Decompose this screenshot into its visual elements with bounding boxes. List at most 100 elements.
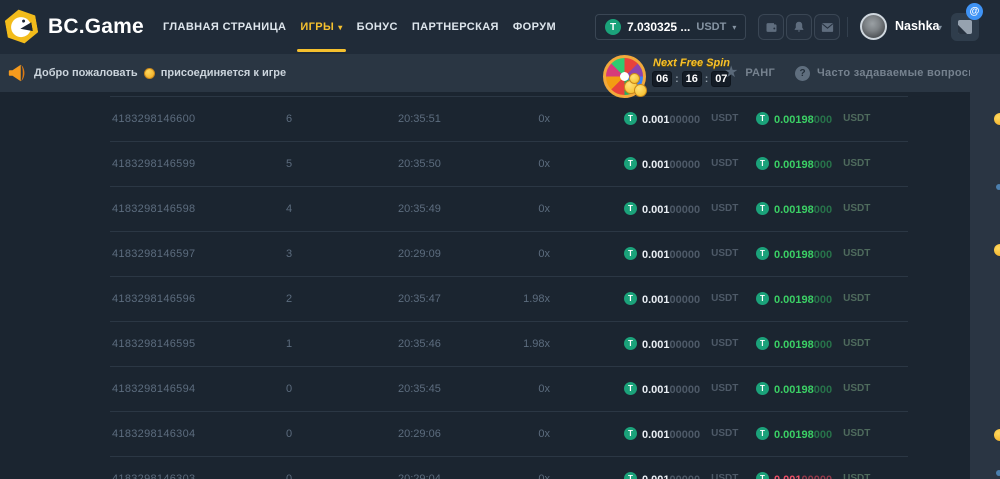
rank-label: РАНГ	[745, 67, 775, 79]
main-nav: ГЛАВНАЯ СТРАНИЦА ИГРЫ▾ БОНУС ПАРТНЕРСКАЯ…	[163, 0, 556, 54]
timer-minutes: 16	[682, 71, 702, 87]
tether-icon: T	[756, 427, 769, 440]
chevron-down-icon: ▾	[938, 23, 942, 32]
table-row[interactable]: 4183298146303 0 20:29:04 0x T 0.00100000…	[0, 456, 970, 479]
avatar[interactable]	[860, 13, 887, 40]
payout-amount: T 0.00198000 USDT	[756, 110, 916, 128]
table-row[interactable]: 4183298146597 3 20:29:09 0x T 0.00100000…	[0, 231, 970, 276]
bet-time: 20:35:50	[398, 158, 460, 170]
messages-button[interactable]	[814, 14, 840, 40]
nav-forum[interactable]: ФОРУМ	[513, 0, 556, 54]
free-spin-timer: 06 : 16 : 07	[652, 71, 731, 87]
emoji-icon	[994, 113, 1000, 125]
table-row[interactable]: 4183298146598 4 20:35:49 0x T 0.00100000…	[0, 186, 970, 231]
currency-label: USDT	[843, 428, 870, 439]
table-row[interactable]: 4183298146594 0 20:35:45 0x T 0.00100000…	[0, 366, 970, 411]
chevron-down-icon: ▾	[338, 23, 342, 32]
currency-label: USDT	[843, 158, 870, 169]
currency-label: USDT	[711, 473, 738, 479]
currency-label: USDT	[711, 383, 738, 394]
nav-affiliate[interactable]: ПАРТНЕРСКАЯ	[412, 0, 499, 54]
wallet-balance-dropdown[interactable]: T 7.030325 ... USDT ▾	[595, 14, 746, 40]
balance-currency: USDT	[696, 21, 726, 33]
tether-icon: T	[624, 247, 637, 260]
bet-id: 4183298146599	[112, 158, 286, 170]
ticker-suffix: присоединяется к игре	[161, 67, 286, 79]
tether-icon: T	[756, 472, 769, 479]
currency-label: USDT	[843, 248, 870, 259]
table-row[interactable]: 4183298146595 1 20:35:46 1.98x T 0.00100…	[0, 321, 970, 366]
tether-icon: T	[756, 382, 769, 395]
tether-icon: T	[756, 292, 769, 305]
bet-round: 6	[286, 113, 398, 125]
question-icon: ?	[795, 66, 810, 81]
nav-games[interactable]: ИГРЫ▾	[300, 0, 342, 54]
bet-time: 20:35:49	[398, 203, 460, 215]
coin-icon	[629, 73, 640, 84]
chat-dot-icon	[996, 184, 1000, 190]
bet-multiplier: 0x	[460, 113, 550, 125]
table-row[interactable]: 4183298146596 2 20:35:47 1.98x T 0.00100…	[0, 276, 970, 321]
bcgame-logo-icon	[1, 6, 42, 47]
bet-multiplier: 0x	[460, 473, 550, 479]
bet-multiplier: 0x	[460, 158, 550, 170]
bet-multiplier: 0x	[460, 428, 550, 440]
table-row[interactable]: 4183298146304 0 20:29:06 0x T 0.00100000…	[0, 411, 970, 456]
notifications-button[interactable]	[786, 14, 812, 40]
faq-link[interactable]: ? Часто задаваемые вопросы	[795, 54, 978, 92]
bet-amount: T 0.00100000 USDT	[624, 155, 756, 173]
currency-label: USDT	[711, 293, 738, 304]
rank-link[interactable]: ★ РАНГ	[724, 54, 775, 92]
tether-icon: T	[756, 112, 769, 125]
bet-time: 20:35:45	[398, 383, 460, 395]
currency-label: USDT	[843, 383, 870, 394]
bet-time: 20:35:46	[398, 338, 460, 350]
currency-label: USDT	[843, 113, 870, 124]
wallet-icon	[764, 20, 779, 35]
bet-multiplier: 0x	[460, 383, 550, 395]
username[interactable]: Nashka	[895, 19, 939, 33]
bet-time: 20:35:47	[398, 293, 460, 305]
announcement-bar: Добро пожаловать присоединяется к игре N…	[0, 54, 970, 92]
logo[interactable]: BC.Game	[4, 9, 144, 44]
tether-icon: T	[624, 157, 637, 170]
megaphone-icon	[7, 62, 29, 84]
payout-amount: T 0.00198000 USDT	[756, 380, 916, 398]
bet-time: 20:29:09	[398, 248, 460, 260]
bet-amount: T 0.00100000 USDT	[624, 470, 756, 479]
faq-label: Часто задаваемые вопросы	[817, 67, 978, 79]
currency-label: USDT	[843, 473, 870, 479]
tether-icon: T	[605, 19, 621, 35]
bet-amount: T 0.00100000 USDT	[624, 425, 756, 443]
bet-amount: T 0.00100000 USDT	[624, 335, 756, 353]
bet-round: 3	[286, 248, 398, 260]
ticker-greeting: Добро пожаловать	[34, 67, 138, 79]
bet-id: 4183298146594	[112, 383, 286, 395]
bet-amount: T 0.00100000 USDT	[624, 290, 756, 308]
currency-label: USDT	[711, 113, 738, 124]
bet-id: 4183298146304	[112, 428, 286, 440]
bet-id: 4183298146598	[112, 203, 286, 215]
table-row[interactable]: 4183298146600 6 20:35:51 0x T 0.00100000…	[0, 96, 970, 141]
bet-multiplier: 0x	[460, 248, 550, 260]
currency-label: USDT	[711, 338, 738, 349]
welcome-ticker: Добро пожаловать присоединяется к игре	[34, 54, 286, 92]
bet-round: 4	[286, 203, 398, 215]
tether-icon: T	[756, 337, 769, 350]
tether-icon: T	[624, 382, 637, 395]
bet-amount: T 0.00100000 USDT	[624, 380, 756, 398]
table-row[interactable]: 4183298146599 5 20:35:50 0x T 0.00100000…	[0, 141, 970, 186]
nav-bonus[interactable]: БОНУС	[357, 0, 398, 54]
bet-round: 0	[286, 428, 398, 440]
chat-dot-icon	[996, 470, 1000, 476]
coin-icon	[144, 68, 155, 79]
bet-amount: T 0.00100000 USDT	[624, 200, 756, 218]
currency-label: USDT	[711, 428, 738, 439]
tether-icon: T	[624, 292, 637, 305]
wallet-button[interactable]	[758, 14, 784, 40]
tether-icon: T	[624, 202, 637, 215]
currency-label: USDT	[843, 203, 870, 214]
balance-amount: 7.030325 ...	[627, 20, 690, 34]
bet-amount: T 0.00100000 USDT	[624, 110, 756, 128]
nav-home[interactable]: ГЛАВНАЯ СТРАНИЦА	[163, 0, 286, 54]
